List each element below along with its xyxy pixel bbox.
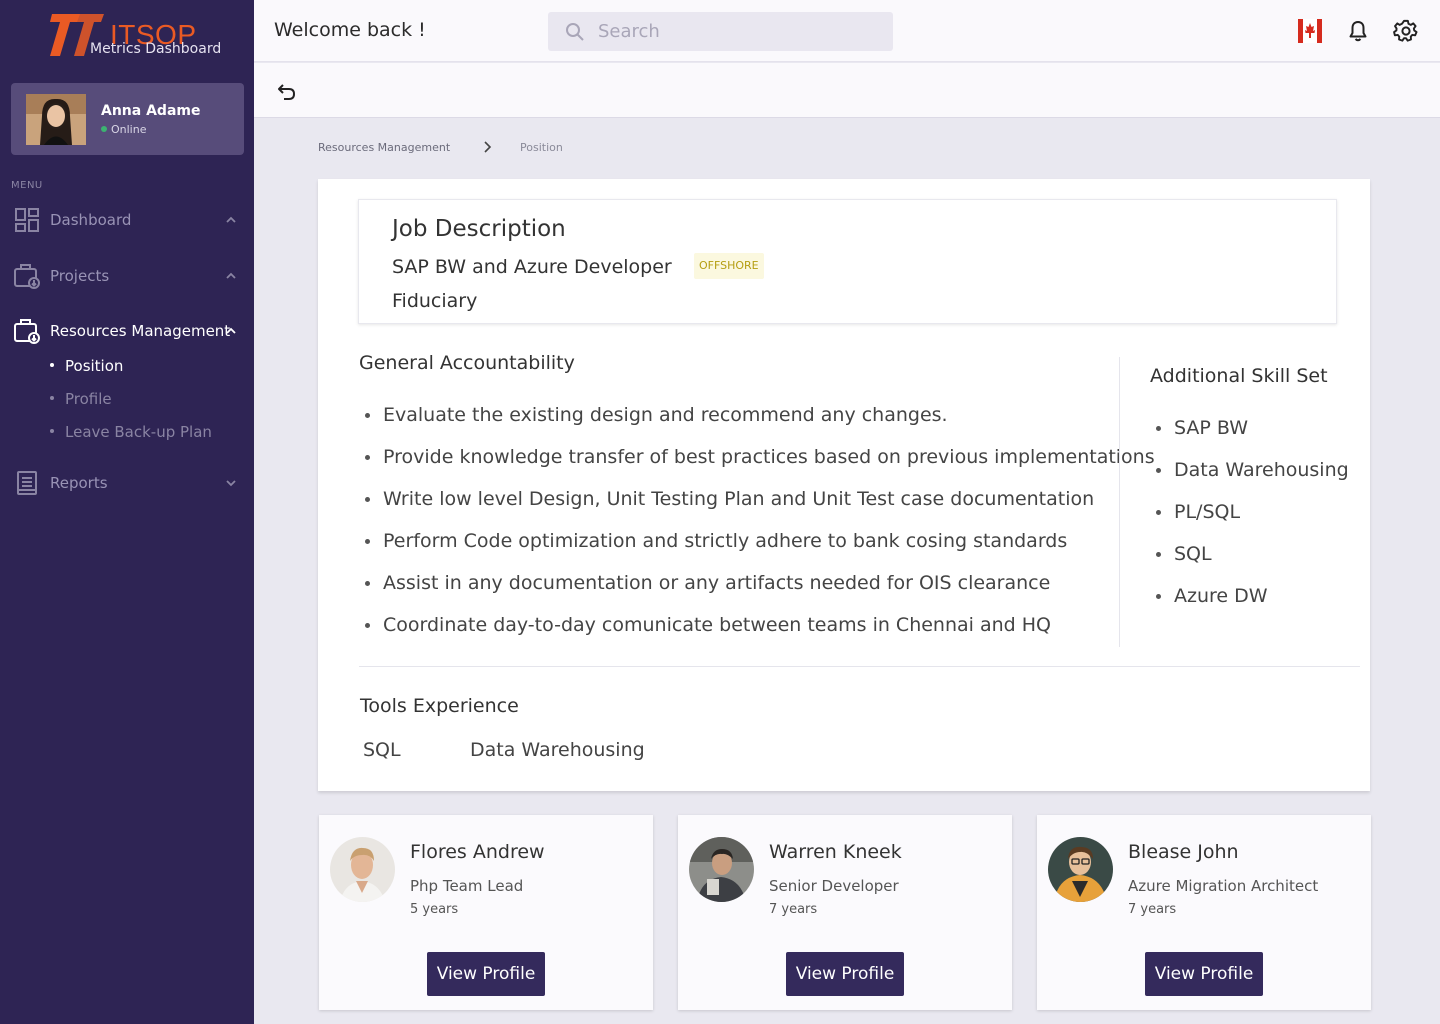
profile-role: Senior Developer [769, 877, 899, 895]
view-profile-button[interactable]: View Profile [427, 952, 545, 996]
sidebar-item-label: Reports [50, 474, 108, 492]
view-profile-button[interactable]: View Profile [1145, 952, 1263, 996]
list-item: PL/SQL [1150, 500, 1349, 542]
undo-back-icon[interactable] [276, 80, 298, 102]
chevron-up-icon [226, 327, 236, 334]
user-card[interactable]: Anna Adame Online [11, 83, 244, 155]
search-icon [566, 23, 584, 41]
list-item: Coordinate day-to-day comunicate between… [359, 613, 1155, 655]
sidebar-item-dashboard[interactable]: Dashboard [0, 202, 254, 238]
profile-avatar [689, 837, 754, 902]
profile-name: Warren Kneek [769, 841, 902, 863]
company-name: Fiduciary [392, 290, 478, 312]
skills-list: SAP BW Data Warehousing PL/SQL SQL Azure… [1150, 416, 1349, 626]
position-details-card: Job Description SAP BW and Azure Develop… [318, 179, 1370, 791]
list-item: Write low level Design, Unit Testing Pla… [359, 487, 1155, 529]
sidebar-item-label: Dashboard [50, 211, 132, 229]
online-indicator [101, 126, 107, 132]
list-item: Data Warehousing [1150, 458, 1349, 500]
chevron-right-icon [484, 141, 492, 153]
menu-label: MENU [11, 180, 43, 191]
tool-item: Data Warehousing [470, 739, 645, 761]
list-item: Azure DW [1150, 584, 1349, 626]
profile-name: Blease John [1128, 841, 1239, 863]
skills-heading: Additional Skill Set [1150, 365, 1328, 387]
list-item: Assist in any documentation or any artif… [359, 571, 1155, 613]
profile-card: Blease John Azure Migration Architect 7 … [1037, 815, 1371, 1010]
dashboard-icon [15, 208, 39, 232]
breadcrumb-parent[interactable]: Resources Management [318, 141, 450, 154]
list-item: Evaluate the existing design and recomme… [359, 403, 1155, 445]
sidebar-item-label: Resources Management [50, 322, 231, 340]
list-item: Perform Code optimization and strictly a… [359, 529, 1155, 571]
profile-experience: 5 years [410, 902, 459, 917]
profile-role: Php Team Lead [410, 877, 524, 895]
profile-role: Azure Migration Architect [1128, 877, 1319, 895]
sidebar-subitem-position[interactable]: Position [50, 357, 123, 375]
user-name: Anna Adame [101, 103, 201, 119]
reports-icon [17, 471, 37, 495]
welcome-message: Welcome back ! [274, 19, 426, 41]
gear-icon[interactable] [1393, 18, 1419, 44]
tools-heading: Tools Experience [360, 695, 519, 717]
view-profile-button[interactable]: View Profile [786, 952, 904, 996]
sidebar-item-projects[interactable]: Projects [0, 258, 254, 294]
sidebar-item-resources-management[interactable]: Resources Management [0, 313, 254, 349]
tool-item: SQL [363, 739, 401, 761]
profile-avatar [330, 837, 395, 902]
user-status: Online [101, 123, 146, 136]
top-bar: Welcome back ! [254, 0, 1440, 62]
sidebar-subitem-leave-backup-plan[interactable]: Leave Back-up Plan [50, 423, 212, 441]
sidebar-subitem-profile[interactable]: Profile [50, 390, 112, 408]
bell-icon[interactable] [1345, 18, 1371, 44]
job-role-title: SAP BW and Azure Developer [392, 256, 672, 278]
list-item: SQL [1150, 542, 1349, 584]
sidebar-item-reports[interactable]: Reports [0, 465, 254, 501]
job-description-card: Job Description SAP BW and Azure Develop… [358, 199, 1337, 324]
toolbar [254, 63, 1440, 118]
chevron-up-icon [226, 272, 236, 279]
section-divider [359, 666, 1360, 667]
brand-logo[interactable]: ITSOP Metrics Dashboard [46, 12, 226, 62]
list-item: SAP BW [1150, 416, 1349, 458]
chevron-down-icon [226, 480, 236, 487]
sidebar: ITSOP Metrics Dashboard Anna Adame Onlin… [0, 0, 254, 1024]
section-divider [1119, 357, 1120, 647]
profile-avatar [1048, 837, 1113, 902]
profile-card: Warren Kneek Senior Developer 7 years Vi… [678, 815, 1012, 1010]
job-description-heading: Job Description [392, 216, 566, 242]
profile-experience: 7 years [769, 902, 818, 917]
profile-experience: 7 years [1128, 902, 1177, 917]
breadcrumb: Resources Management Position [318, 141, 563, 154]
accountability-list: Evaluate the existing design and recomme… [359, 403, 1155, 655]
profile-card: Flores Andrew Php Team Lead 5 years View… [319, 815, 653, 1010]
accountability-heading: General Accountability [359, 352, 575, 374]
breadcrumb-current: Position [520, 141, 563, 154]
search-input[interactable] [598, 18, 878, 44]
sidebar-item-label: Projects [50, 267, 110, 285]
resources-icon [14, 319, 40, 344]
list-item: Provide knowledge transfer of best pract… [359, 445, 1155, 487]
search-box[interactable] [548, 12, 893, 51]
location-badge: OFFSHORE [694, 253, 764, 279]
canada-flag-icon[interactable] [1297, 18, 1323, 44]
user-avatar [26, 94, 86, 145]
brand-subtitle: Metrics Dashboard [90, 41, 222, 57]
chevron-up-icon [226, 216, 236, 223]
profile-name: Flores Andrew [410, 841, 545, 863]
projects-icon [14, 264, 40, 289]
